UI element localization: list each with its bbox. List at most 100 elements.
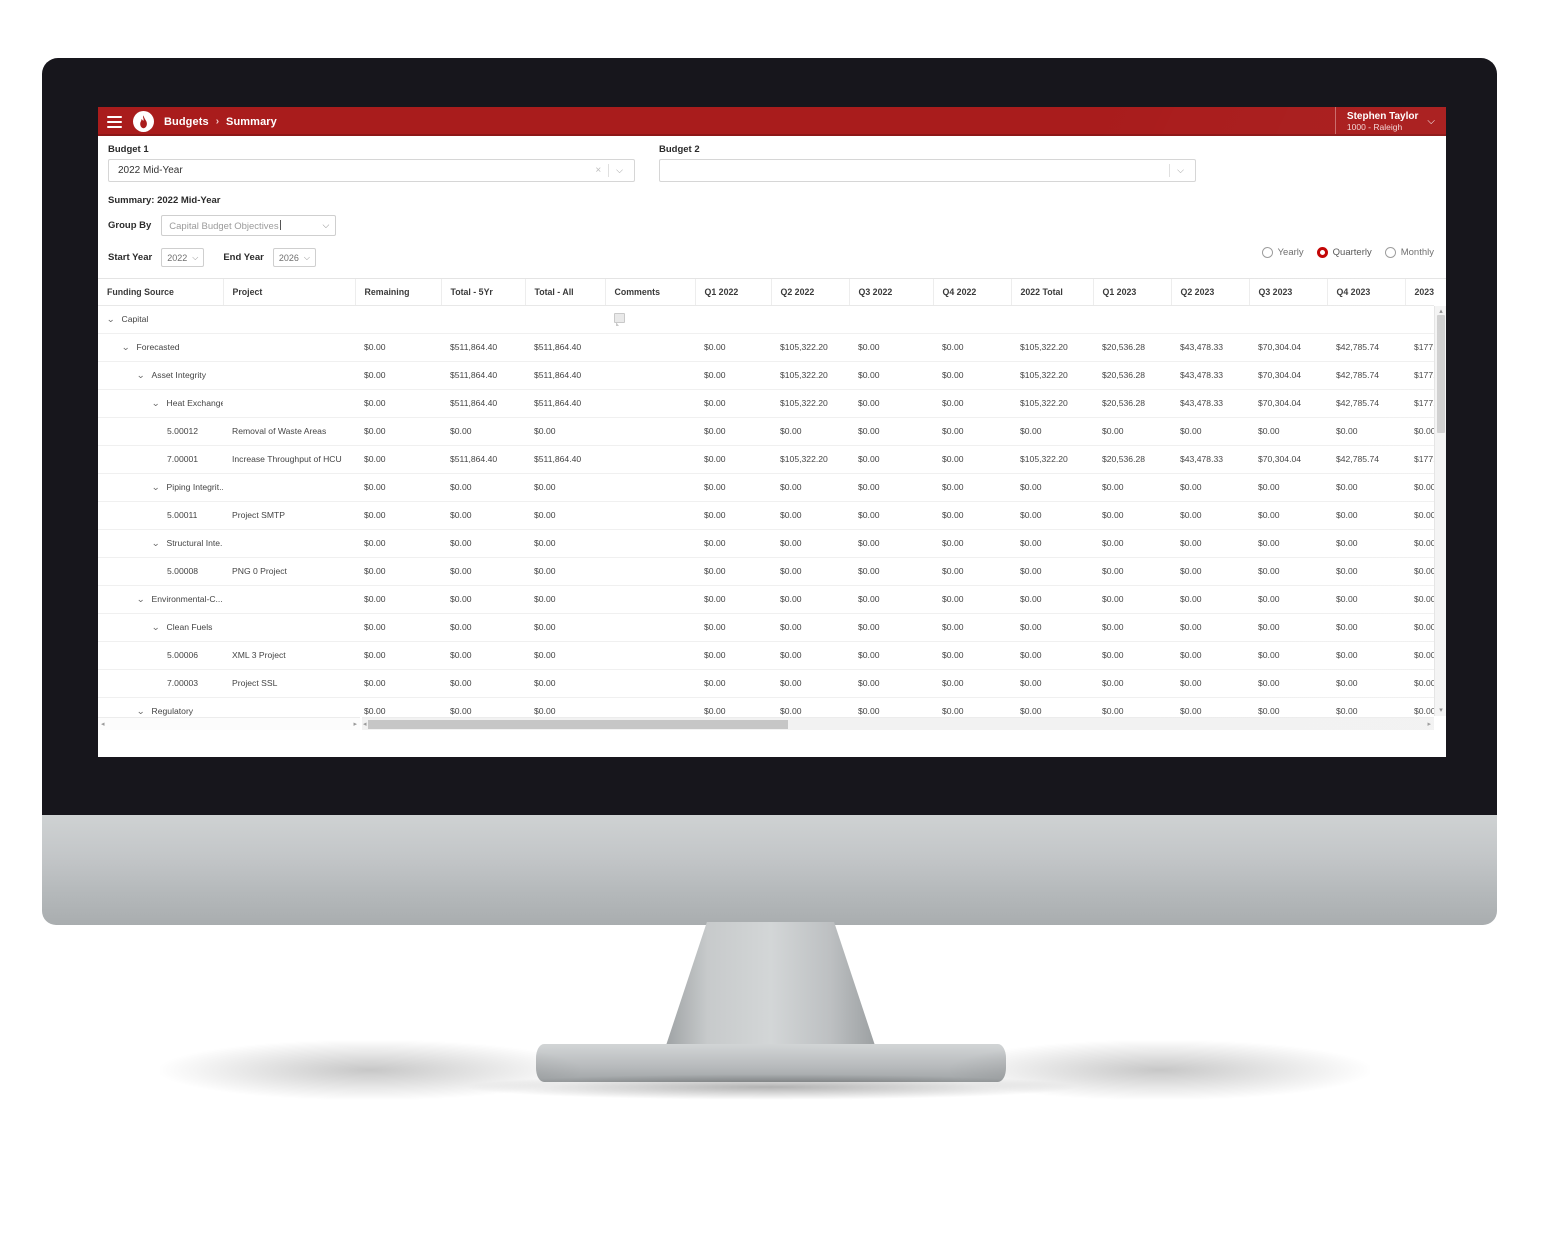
cell-comments[interactable] (605, 557, 695, 586)
column-header-comments[interactable]: Comments (604, 279, 695, 306)
cell-q1-2022[interactable]: $0.00 (695, 557, 771, 586)
cell-q1-2022[interactable]: $0.00 (695, 333, 771, 362)
chevron-down-icon[interactable]: ⌄ (151, 538, 160, 549)
cell-project[interactable] (223, 613, 355, 642)
cell-total-5yr[interactable]: $0.00 (441, 557, 525, 586)
cell-q4-2022[interactable]: $0.00 (933, 669, 1011, 698)
cell-q3-2022[interactable]: $0.00 (849, 361, 933, 390)
cell-q2-2022[interactable]: $105,322.20 (771, 333, 849, 362)
start-year-value[interactable]: 2022 (167, 253, 187, 263)
cell-q3-2023[interactable]: $70,304.04 (1249, 361, 1327, 390)
table-row[interactable]: ⌄ Forecasted $0.00 $511,864.40 $511,864.40 $0… (98, 333, 1434, 362)
cell-2022-total[interactable]: $105,322.20 (1011, 333, 1093, 362)
cell-remaining[interactable]: $0.00 (355, 389, 441, 418)
cell-total-5yr[interactable]: $0.00 (441, 669, 525, 698)
cell-q3-2023[interactable] (1249, 305, 1327, 334)
cell-comments[interactable] (605, 473, 695, 502)
cell-2023-total[interactable]: $177,104.39 (1405, 333, 1434, 362)
cell-project[interactable] (223, 389, 355, 418)
cell-q1-2023[interactable]: $20,536.28 (1093, 389, 1171, 418)
cell-q2-2022[interactable]: $0.00 (771, 697, 849, 716)
cell-q1-2022[interactable]: $0.00 (695, 389, 771, 418)
table-row[interactable]: ⌄ Piping Integrit... $0.00 $0.00 $0.00 $0.00 $… (98, 473, 1434, 502)
chevron-down-icon[interactable]: ⌄ (136, 370, 145, 381)
cell-2022-total[interactable] (1011, 305, 1093, 334)
cell-q1-2022[interactable]: $0.00 (695, 669, 771, 698)
cell-funding-source[interactable]: ⌄ Heat Exchange... (98, 389, 223, 418)
cell-q4-2023[interactable]: $0.00 (1327, 669, 1405, 698)
cell-comments[interactable] (605, 641, 695, 670)
cell-q4-2023[interactable]: $0.00 (1327, 417, 1405, 446)
cell-comments[interactable] (605, 669, 695, 698)
cell-total-all[interactable]: $0.00 (525, 697, 605, 716)
cell-q2-2023[interactable]: $0.00 (1171, 669, 1249, 698)
table-row[interactable]: ⌄ Structural Inte... $0.00 $0.00 $0.00 $0.00 $… (98, 529, 1434, 558)
cell-q1-2022[interactable]: $0.00 (695, 361, 771, 390)
cell-q2-2023[interactable]: $0.00 (1171, 417, 1249, 446)
column-header-total-all[interactable]: Total - All (524, 279, 605, 306)
column-header-project[interactable]: Project (222, 279, 355, 306)
cell-funding-source[interactable]: 7.00003 (98, 669, 223, 698)
cell-q2-2023[interactable]: $43,478.33 (1171, 361, 1249, 390)
column-header-total-5yr[interactable]: Total - 5Yr (440, 279, 525, 306)
cell-q3-2023[interactable]: $0.00 (1249, 613, 1327, 642)
grid-scroll-area[interactable]: Funding Source Project Remaining Total - 5Y… (98, 279, 1434, 716)
cell-2023-total[interactable]: $0.00 (1405, 641, 1434, 670)
scroll-right-arrow-icon[interactable]: ▸ (353, 718, 357, 731)
cell-comments[interactable] (605, 585, 695, 614)
column-header-q4-2022[interactable]: Q4 2022 (932, 279, 1011, 306)
chevron-down-icon[interactable]: ⌄ (106, 314, 115, 325)
cell-remaining[interactable]: $0.00 (355, 613, 441, 642)
cell-total-5yr[interactable]: $0.00 (441, 417, 525, 446)
cell-q1-2023[interactable]: $0.00 (1093, 417, 1171, 446)
table-row[interactable]: 5.00008 PNG 0 Project $0.00 $0.00 $0.00 $0.00… (98, 557, 1434, 586)
table-row[interactable]: 7.00001 Increase Throughput of HCU $0.00 $5… (98, 445, 1434, 474)
cell-q2-2022[interactable]: $0.00 (771, 669, 849, 698)
cell-total-5yr[interactable]: $511,864.40 (441, 389, 525, 418)
cell-comments[interactable] (605, 305, 695, 334)
cell-comments[interactable] (605, 445, 695, 474)
cell-q2-2022[interactable]: $0.00 (771, 557, 849, 586)
cell-q4-2023[interactable]: $0.00 (1327, 501, 1405, 530)
cell-q4-2022[interactable]: $0.00 (933, 361, 1011, 390)
cell-q3-2022[interactable]: $0.00 (849, 445, 933, 474)
chevron-down-icon[interactable]: ⌵ (304, 253, 310, 263)
cell-q1-2023[interactable]: $0.00 (1093, 557, 1171, 586)
cell-q4-2023[interactable]: $0.00 (1327, 613, 1405, 642)
cell-2023-total[interactable]: $177,104.39 (1405, 389, 1434, 418)
cell-q4-2022[interactable]: $0.00 (933, 417, 1011, 446)
cell-2022-total[interactable]: $0.00 (1011, 613, 1093, 642)
table-row[interactable]: 5.00006 XML 3 Project $0.00 $0.00 $0.00 $0.00… (98, 641, 1434, 670)
cell-q3-2022[interactable]: $0.00 (849, 669, 933, 698)
cell-2022-total[interactable]: $105,322.20 (1011, 445, 1093, 474)
cell-project[interactable]: PNG 0 Project (223, 557, 355, 586)
cell-q4-2023[interactable]: $0.00 (1327, 585, 1405, 614)
cell-q3-2023[interactable]: $0.00 (1249, 417, 1327, 446)
chevron-down-icon[interactable]: ⌄ (151, 622, 160, 633)
cell-2023-total[interactable]: $0.00 (1405, 473, 1434, 502)
cell-remaining[interactable]: $0.00 (355, 557, 441, 586)
cell-q3-2022[interactable]: $0.00 (849, 501, 933, 530)
cell-project[interactable] (223, 333, 355, 362)
cell-total-5yr[interactable]: $0.00 (441, 501, 525, 530)
cell-2022-total[interactable]: $0.00 (1011, 585, 1093, 614)
period-radio-quarterly[interactable]: Quarterly (1316, 247, 1372, 258)
cell-project[interactable] (223, 305, 355, 334)
cell-2023-total[interactable]: $0.00 (1405, 697, 1434, 716)
radio-dot-icon[interactable] (1261, 247, 1273, 258)
group-by-select[interactable]: Capital Budget Objectives ⌵ (161, 215, 337, 236)
cell-remaining[interactable]: $0.00 (355, 669, 441, 698)
cell-q2-2022[interactable]: $0.00 (771, 585, 849, 614)
vertical-scroll-thumb[interactable] (1437, 315, 1445, 433)
cell-2022-total[interactable]: $0.00 (1011, 473, 1093, 502)
cell-remaining[interactable]: $0.00 (355, 529, 441, 558)
cell-q2-2023[interactable]: $0.00 (1171, 501, 1249, 530)
table-row[interactable]: 7.00003 Project SSL $0.00 $0.00 $0.00 $0.00 $0… (98, 669, 1434, 698)
cell-q2-2022[interactable]: $105,322.20 (771, 389, 849, 418)
table-row[interactable]: ⌄ Regulatory $0.00 $0.00 $0.00 $0.00 $0.00 $0.0… (98, 697, 1434, 716)
cell-total-5yr[interactable]: $0.00 (441, 473, 525, 502)
cell-2023-total[interactable]: $0.00 (1405, 529, 1434, 558)
group-by-value[interactable]: Capital Budget Objectives (169, 220, 322, 232)
table-row[interactable]: 5.00011 Project SMTP $0.00 $0.00 $0.00 $0.00 $… (98, 501, 1434, 530)
cell-project[interactable]: Increase Throughput of HCU (223, 445, 355, 474)
